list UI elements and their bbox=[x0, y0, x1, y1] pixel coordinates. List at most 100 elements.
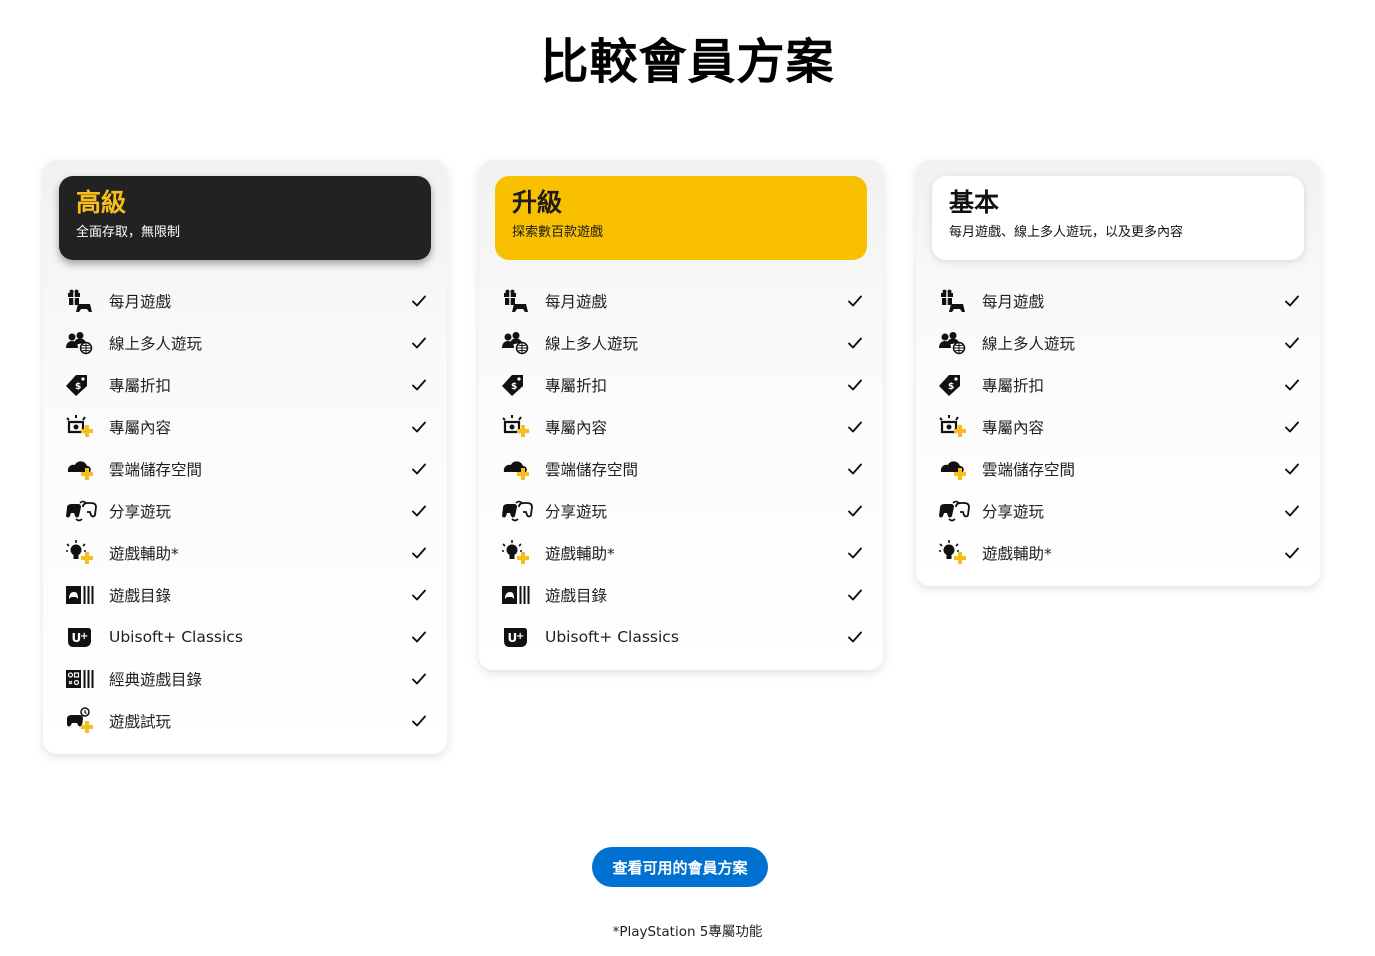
feature-row: 遊戲試玩 bbox=[65, 700, 427, 742]
feature-row: 專屬內容 bbox=[65, 406, 427, 448]
feature-label: 分享遊玩 bbox=[109, 503, 172, 521]
cloud-storage-icon bbox=[938, 456, 974, 482]
svg-text:$: $ bbox=[948, 382, 954, 392]
feature-label: 專屬內容 bbox=[982, 419, 1045, 437]
exclusive-content-icon bbox=[938, 414, 974, 440]
ubisoft-plus-icon: U + bbox=[501, 624, 537, 650]
svg-text:$: $ bbox=[511, 382, 517, 392]
game-trials-icon bbox=[65, 707, 101, 734]
feature-label: 遊戲目錄 bbox=[109, 587, 172, 605]
feature-row: 每月遊戲 bbox=[65, 280, 427, 322]
feature-row: 分享遊玩 bbox=[501, 490, 863, 532]
plan-card-essential: 基本 每月遊戲、線上多人遊玩，以及更多內容 每月遊戲線上多人遊玩 $ 專屬折扣專屬內… bbox=[916, 160, 1320, 586]
plan-subtitle: 全面存取，無限制 bbox=[76, 225, 181, 240]
feature-row: 每月遊戲 bbox=[501, 280, 863, 322]
exclusive-content-icon bbox=[65, 414, 101, 440]
cloud-storage-icon bbox=[65, 456, 101, 482]
feature-row: $ 專屬折扣 bbox=[938, 364, 1300, 406]
discount-tag-icon: $ bbox=[65, 372, 101, 398]
feature-row: $ 專屬折扣 bbox=[501, 364, 863, 406]
feature-label: 專屬內容 bbox=[545, 419, 608, 437]
feature-label: 分享遊玩 bbox=[545, 503, 608, 521]
online-multiplayer-icon bbox=[938, 330, 974, 356]
feature-label: 雲端儲存空間 bbox=[545, 461, 639, 479]
discount-tag-icon: $ bbox=[938, 372, 974, 398]
game-help-icon bbox=[65, 540, 101, 566]
monthly-games-icon bbox=[938, 288, 974, 314]
feature-label: 專屬折扣 bbox=[109, 377, 172, 395]
plan-header: 升級 探索數百款遊戲 bbox=[495, 176, 867, 260]
plan-name: 基本 bbox=[949, 188, 1000, 217]
feature-label: 專屬折扣 bbox=[982, 377, 1045, 395]
plan-subtitle: 探索數百款遊戲 bbox=[512, 225, 604, 240]
feature-row: 專屬內容 bbox=[501, 406, 863, 448]
feature-label: 專屬折扣 bbox=[545, 377, 608, 395]
feature-row: 分享遊玩 bbox=[65, 490, 427, 532]
svg-text:+: + bbox=[80, 631, 88, 642]
feature-label: 線上多人遊玩 bbox=[109, 335, 203, 353]
plan-header: 基本 每月遊戲、線上多人遊玩，以及更多內容 bbox=[932, 176, 1304, 260]
feature-list: 每月遊戲線上多人遊玩 $ 專屬折扣專屬內容雲端儲存空間 分享遊玩遊戲輔助* bbox=[938, 280, 1300, 574]
feature-label: 雲端儲存空間 bbox=[109, 461, 203, 479]
plan-comparison: 高級 全面存取，無限制 每月遊戲 線上多人遊玩 $ 專屬折扣 專屬內容 雲端儲存空間 分享遊… bbox=[0, 0, 1375, 800]
svg-text:+: + bbox=[516, 631, 524, 642]
feature-list: 每月遊戲線上多人遊玩 $ 專屬折扣專屬內容雲端儲存空間 分享遊玩遊戲輔助* 遊戲目錄 U +… bbox=[501, 280, 863, 658]
ubisoft-plus-icon: U + bbox=[65, 624, 101, 650]
share-play-icon bbox=[65, 498, 101, 524]
plan-card-premium: 高級 全面存取，無限制 每月遊戲線上多人遊玩 $ 專屬折扣專屬內容雲端儲存空間 分享遊… bbox=[43, 160, 447, 754]
online-multiplayer-icon bbox=[501, 330, 537, 356]
feature-label: 遊戲輔助* bbox=[545, 545, 615, 563]
feature-label: 線上多人遊玩 bbox=[545, 335, 639, 353]
feature-label: 專屬內容 bbox=[109, 419, 172, 437]
feature-row: 遊戲輔助* bbox=[938, 532, 1300, 574]
feature-label: 每月遊戲 bbox=[545, 293, 608, 311]
feature-row: 專屬內容 bbox=[938, 406, 1300, 448]
plan-subtitle: 每月遊戲、線上多人遊玩，以及更多內容 bbox=[949, 225, 1184, 240]
feature-label: 遊戲輔助* bbox=[982, 545, 1052, 563]
feature-row: 遊戲輔助* bbox=[501, 532, 863, 574]
feature-label: 遊戲目錄 bbox=[545, 587, 608, 605]
feature-row: 雲端儲存空間 bbox=[501, 448, 863, 490]
feature-row: 分享遊玩 bbox=[938, 490, 1300, 532]
feature-label: 每月遊戲 bbox=[982, 293, 1045, 311]
game-catalog-icon bbox=[501, 582, 537, 608]
plan-header: 高級 全面存取，無限制 bbox=[59, 176, 431, 260]
feature-row: 雲端儲存空間 bbox=[65, 448, 427, 490]
feature-label: 經典遊戲目錄 bbox=[109, 671, 203, 689]
monthly-games-icon bbox=[65, 288, 101, 314]
feature-label: 每月遊戲 bbox=[109, 293, 172, 311]
feature-row: 遊戲目錄 bbox=[501, 574, 863, 616]
feature-label: 遊戲輔助* bbox=[109, 545, 179, 563]
view-plans-button[interactable]: 查看可用的會員方案 bbox=[592, 847, 768, 887]
plan-card-extra: 升級 探索數百款遊戲 每月遊戲線上多人遊玩 $ 專屬折扣專屬內容雲端儲存空間 分享遊玩… bbox=[479, 160, 883, 670]
feature-row: 線上多人遊玩 bbox=[65, 322, 427, 364]
cloud-storage-icon bbox=[501, 456, 537, 482]
game-help-icon bbox=[501, 540, 537, 566]
plan-name: 升級 bbox=[512, 188, 563, 217]
feature-label: 線上多人遊玩 bbox=[982, 335, 1076, 353]
feature-label: 分享遊玩 bbox=[982, 503, 1045, 521]
feature-label: 雲端儲存空間 bbox=[982, 461, 1076, 479]
feature-row: 線上多人遊玩 bbox=[938, 322, 1300, 364]
share-play-icon bbox=[938, 498, 974, 524]
feature-row: 遊戲輔助* bbox=[65, 532, 427, 574]
feature-label: Ubisoft+ Classics bbox=[109, 628, 243, 646]
game-help-icon bbox=[938, 540, 974, 566]
game-catalog-icon bbox=[65, 582, 101, 608]
classics-catalog-icon bbox=[65, 666, 101, 692]
feature-row: 經典遊戲目錄 bbox=[65, 658, 427, 700]
footnote: *PlayStation 5專屬功能 bbox=[612, 924, 763, 940]
monthly-games-icon bbox=[501, 288, 537, 314]
exclusive-content-icon bbox=[501, 414, 537, 440]
feature-row: 每月遊戲 bbox=[938, 280, 1300, 322]
feature-label: Ubisoft+ Classics bbox=[545, 628, 679, 646]
svg-text:$: $ bbox=[75, 382, 81, 392]
feature-row: U + Ubisoft+ Classics bbox=[65, 616, 427, 658]
feature-row: 雲端儲存空間 bbox=[938, 448, 1300, 490]
plan-name: 高級 bbox=[76, 188, 127, 217]
feature-row: U + Ubisoft+ Classics bbox=[501, 616, 863, 658]
feature-row: $ 專屬折扣 bbox=[65, 364, 427, 406]
feature-list: 每月遊戲線上多人遊玩 $ 專屬折扣專屬內容雲端儲存空間 分享遊玩遊戲輔助* 遊戲目錄 U +… bbox=[65, 280, 427, 742]
feature-label: 遊戲試玩 bbox=[109, 713, 172, 731]
online-multiplayer-icon bbox=[65, 330, 101, 356]
